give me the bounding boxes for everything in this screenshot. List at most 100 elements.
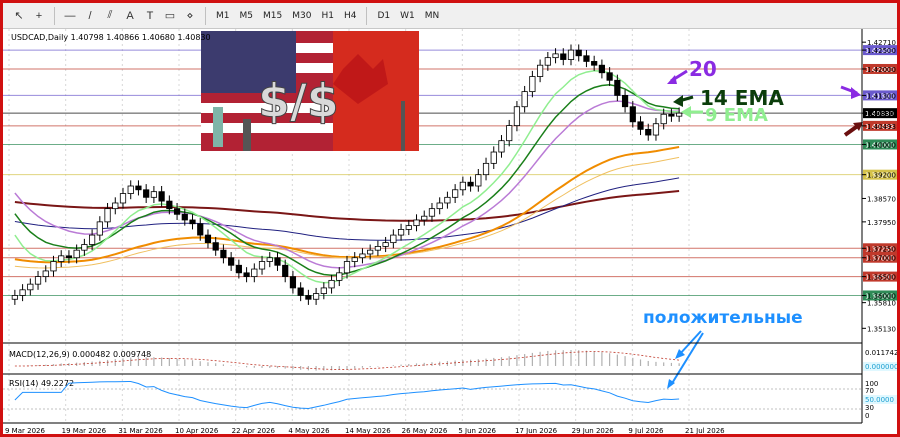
date-label: 22 Apr 2026 [232, 427, 276, 435]
candle-body [297, 287, 304, 296]
timeframe-m15[interactable]: M15 [258, 11, 287, 21]
candle-body [668, 113, 675, 117]
candle-body [143, 189, 150, 198]
candle-body [258, 261, 266, 270]
candle-body [537, 64, 544, 77]
candle-body [343, 261, 351, 274]
candle-body [96, 221, 103, 236]
candle-body [42, 270, 49, 277]
candle-body [614, 79, 621, 96]
timeframe-m1[interactable]: M1 [211, 11, 235, 21]
timeframe-m5[interactable]: M5 [235, 11, 259, 21]
candle-body [637, 121, 644, 130]
candle-body [506, 125, 513, 142]
candle-body [65, 255, 73, 259]
candle-body [197, 223, 204, 236]
candle-body [390, 234, 397, 244]
macd-tick-zero: 0.000000 [865, 363, 897, 371]
candle-body [11, 295, 18, 300]
timeframe-d1[interactable]: D1 [372, 11, 395, 21]
candle-body [498, 140, 505, 153]
candle-body [181, 213, 188, 221]
candle-body [591, 61, 598, 66]
candle-body [459, 181, 466, 191]
object-icon[interactable]: ▭ [160, 6, 180, 26]
timeframe-h4[interactable]: H4 [339, 11, 362, 21]
date-label: 10 Apr 2026 [175, 427, 219, 435]
text-icon[interactable]: A [120, 6, 140, 26]
candle-body [444, 196, 451, 204]
candle-body [305, 295, 312, 300]
candle-body [452, 189, 459, 198]
candle-body [212, 242, 219, 251]
date-label: 19 Mar 2026 [62, 427, 107, 435]
candle-body [34, 276, 42, 285]
rsi-tick-0: 0 [865, 412, 869, 420]
price-label: 1.40830 [867, 110, 896, 118]
ema-20-label: 20 [689, 57, 717, 81]
timeframe-mn[interactable]: MN [420, 11, 445, 21]
candle-body [112, 202, 119, 210]
candle-body [104, 208, 111, 223]
candle-body [621, 95, 629, 108]
date-label: 31 Mar 2026 [118, 427, 163, 435]
candle-body [521, 91, 528, 108]
date-label: 4 May 2026 [288, 427, 330, 435]
candle-body [251, 268, 258, 278]
horizontal-line-icon[interactable]: — [60, 6, 80, 26]
price-label: 1.37250 [867, 245, 896, 253]
timeframe-m30[interactable]: M30 [287, 11, 316, 21]
candle-body [158, 191, 165, 202]
symbol-header: USDCAD,Daily 1.40798 1.40866 1.40680 1.4… [11, 33, 211, 42]
candle-body [652, 123, 660, 136]
chart-canvas[interactable]: 1.42500 1.42000 1.41300 1.40830 1.40493 1.400… [3, 29, 897, 437]
candle-body [289, 276, 297, 289]
candle-body [405, 225, 412, 230]
candle-body [150, 191, 157, 198]
positive-annotation: положительные [643, 308, 803, 328]
candle-body [428, 208, 436, 217]
timeframe-h1[interactable]: H1 [316, 11, 339, 21]
crosshair-icon[interactable]: + [29, 6, 49, 26]
candle-body [560, 53, 567, 60]
candle-body [351, 257, 358, 262]
rsi-tick-70: 70 [865, 387, 874, 395]
candle-body [367, 249, 374, 255]
price-label: 1.41300 [867, 92, 896, 100]
usd-cad-flag-image: $/$ [201, 31, 419, 151]
candle-body [89, 234, 96, 245]
shapes-icon[interactable]: ⋄ [180, 6, 200, 26]
candle-body [567, 49, 575, 60]
candle-body [575, 49, 582, 57]
rsi-tick-50: 50.0000 [865, 396, 894, 404]
chart-window: ↖ + — / ⫽ A T ▭ ⋄ M1 M5 M15 M30 H1 H4 D1… [0, 0, 900, 437]
candle-body [73, 249, 80, 259]
candle-body [135, 185, 142, 191]
candle-body [413, 219, 420, 227]
candle-body [328, 279, 335, 289]
timeframe-w1[interactable]: W1 [395, 11, 420, 21]
candle-body [475, 174, 482, 187]
toolbar-divider [54, 6, 55, 25]
candle-body [421, 215, 428, 221]
macd-tick-top: 0.011742 [865, 349, 897, 357]
price-label: 1.40000 [867, 141, 896, 149]
candle-body [274, 257, 281, 266]
candle-body [544, 57, 551, 66]
date-label: 29 Jun 2026 [572, 427, 615, 435]
candle-body [81, 244, 88, 251]
label-icon[interactable]: T [140, 6, 160, 26]
channel-icon[interactable]: ⫽ [100, 6, 120, 26]
rsi-tick-30: 30 [865, 404, 874, 412]
candle-body [266, 257, 273, 262]
cursor-icon[interactable]: ↖ [9, 6, 29, 26]
candle-body [58, 255, 65, 262]
candle-body [312, 293, 320, 300]
macd-label: MACD(12,26,9) 0.000482 0.009748 [9, 350, 151, 359]
price-label: 1.35810 [867, 300, 896, 308]
candle-body [166, 200, 173, 210]
trendline-icon[interactable]: / [80, 6, 100, 26]
candle-body [583, 55, 590, 62]
candle-body [397, 229, 405, 236]
candle-body [282, 264, 289, 277]
